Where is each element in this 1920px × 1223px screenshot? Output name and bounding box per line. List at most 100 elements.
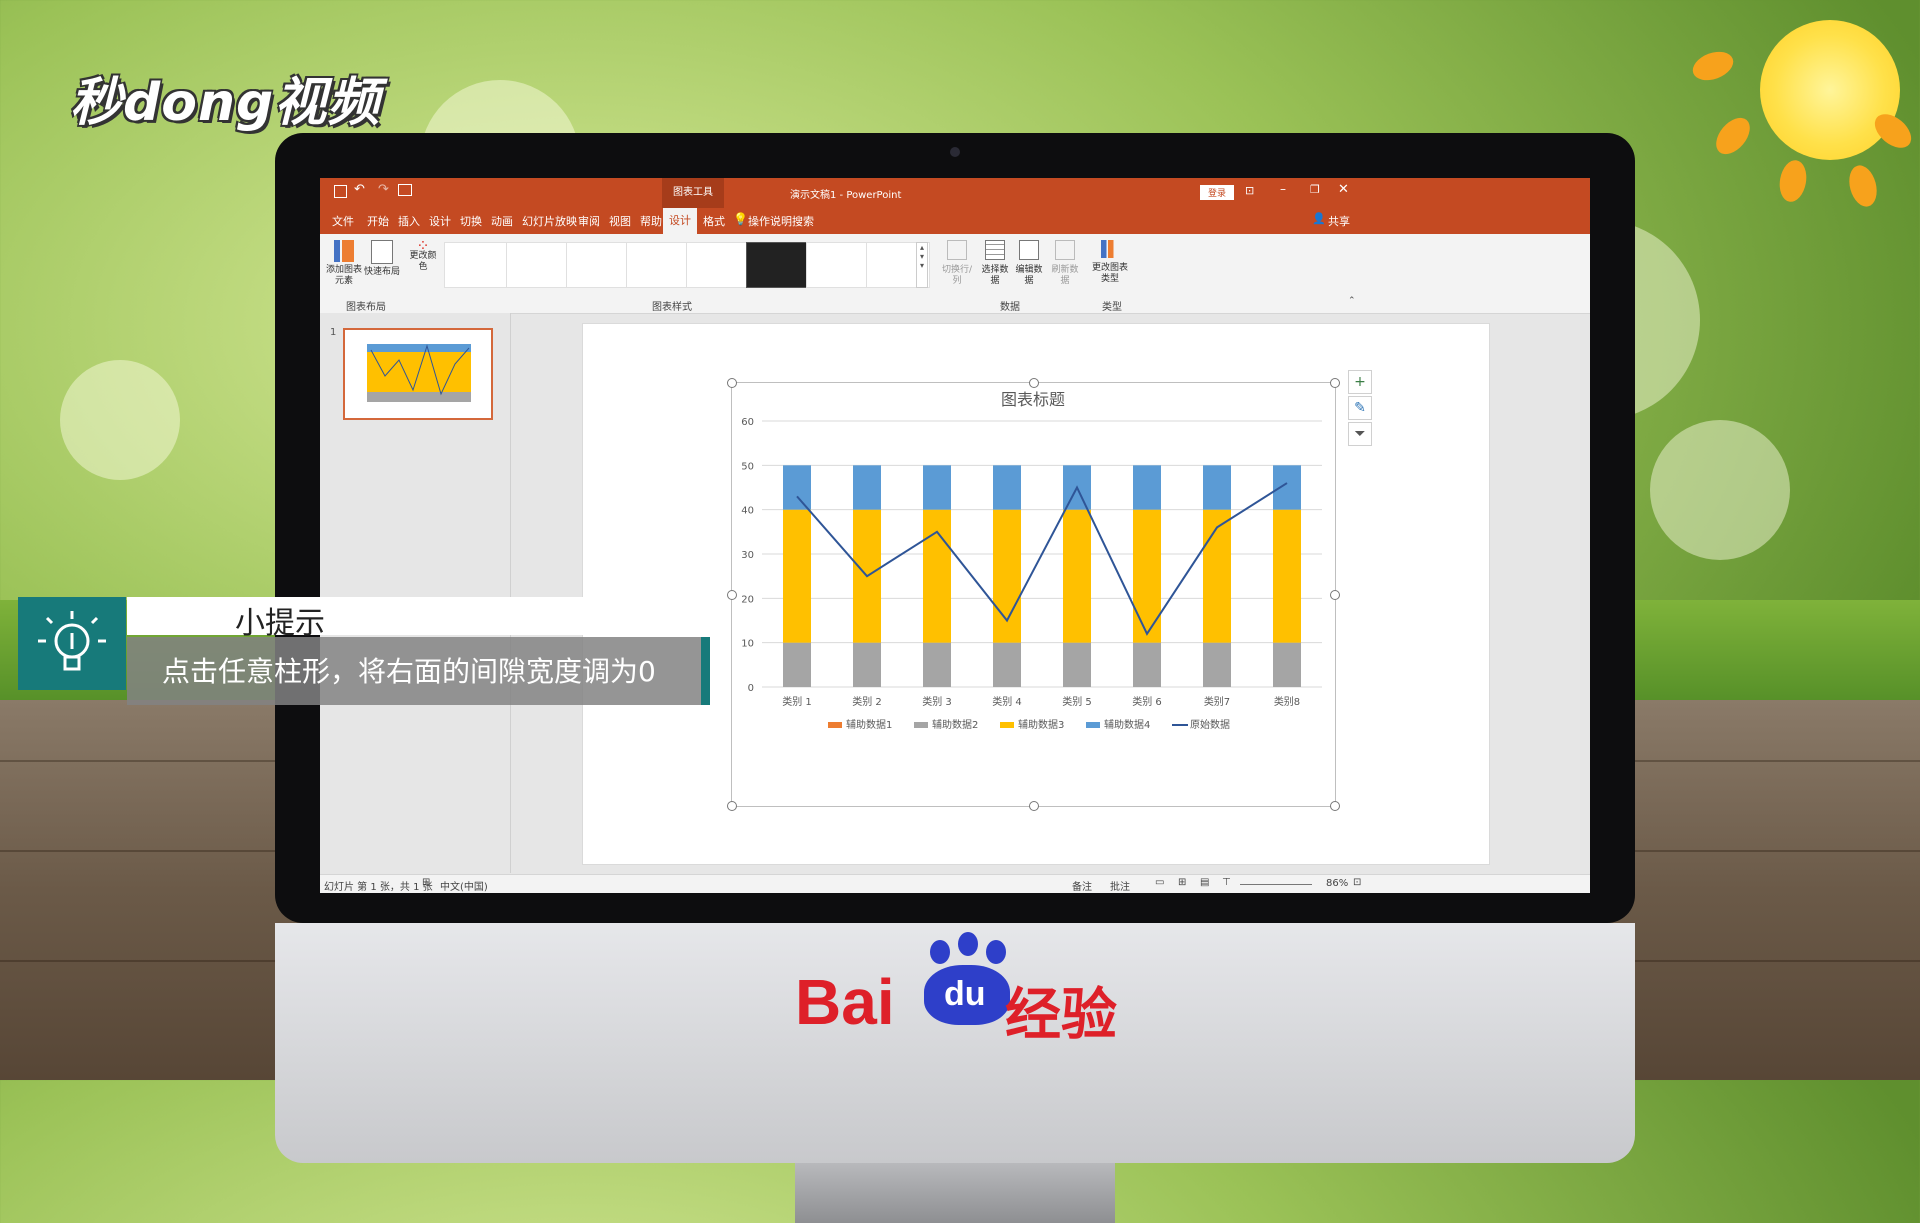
slide-thumbnail-pane: 1 xyxy=(320,313,511,873)
x-tick-label: 类别 2 xyxy=(852,695,882,708)
bar-segment xyxy=(783,509,811,643)
tab-review[interactable]: 审阅 xyxy=(578,213,600,229)
comments-button[interactable]: 批注 xyxy=(1110,878,1130,893)
tab-help[interactable]: 帮助 xyxy=(640,213,662,229)
slide-info: 幻灯片 第 1 张，共 1 张 xyxy=(324,882,433,893)
chart-style-2[interactable] xyxy=(506,242,570,288)
switch-row-column-button[interactable]: 切换行/列 xyxy=(938,240,976,287)
restore-icon[interactable]: ❐ xyxy=(1310,183,1320,196)
thumbnail-chart xyxy=(367,344,471,402)
y-tick-label: 10 xyxy=(741,639,754,650)
select-data-button[interactable]: 选择数据 xyxy=(978,240,1012,287)
chart-area[interactable]: 图表标题 0 10 20 30 40 50 60 类别 1 类别 2 类别 3 类别 4 类别 5 类别 … xyxy=(727,378,1340,811)
tab-chart-design[interactable]: 设计 xyxy=(663,208,697,234)
sorter-view-icon[interactable]: ⊞ xyxy=(1178,877,1186,888)
refresh-data-button[interactable]: 刷新数据 xyxy=(1048,240,1082,287)
y-tick-label: 0 xyxy=(748,683,754,694)
tab-transitions[interactable]: 切换 xyxy=(460,213,482,229)
redo-icon[interactable]: ↷ xyxy=(378,182,389,197)
save-icon[interactable] xyxy=(334,185,347,198)
present-icon[interactable] xyxy=(398,184,412,196)
tab-animations[interactable]: 动画 xyxy=(491,213,513,229)
group-chart-layout: 图表布局 xyxy=(346,302,386,313)
tab-slideshow[interactable]: 幻灯片放映 xyxy=(522,213,577,229)
bar-segment xyxy=(923,509,951,643)
add-chart-element-button[interactable]: 添加图表元素 xyxy=(326,240,362,287)
fit-slide-icon[interactable]: ⊡ xyxy=(1353,877,1361,888)
resize-handle-ml[interactable] xyxy=(727,590,737,600)
stacked-column-chart[interactable]: 图表标题 0 10 20 30 40 50 60 类别 1 类别 2 类别 3 类别 4 类别 5 类别 … xyxy=(732,383,1335,806)
chart-style-7[interactable] xyxy=(806,242,870,288)
chart-filters-button[interactable]: ⏷ xyxy=(1348,422,1372,446)
jingyan-text: 经验 xyxy=(1005,983,1117,1048)
collapse-ribbon-icon[interactable]: ⌃ xyxy=(1348,296,1356,306)
ribbon-display-icon[interactable]: ⊡ xyxy=(1245,184,1254,197)
slide-thumbnail[interactable] xyxy=(343,328,493,420)
chart-elements-button[interactable]: + xyxy=(1348,370,1372,394)
zoom-slider[interactable] xyxy=(1240,884,1312,885)
resize-handle-tl[interactable] xyxy=(727,378,737,388)
tell-me-search[interactable]: 操作说明搜索 xyxy=(748,213,814,229)
chart-style-4[interactable] xyxy=(626,242,690,288)
login-button[interactable]: 登录 xyxy=(1200,185,1235,200)
reading-view-icon[interactable]: ▤ xyxy=(1200,877,1209,888)
gallery-more-icon[interactable]: ▴ ▾ ▾ xyxy=(916,242,928,288)
tab-home[interactable]: 开始 xyxy=(367,213,389,229)
resize-handle-bm[interactable] xyxy=(1029,801,1039,811)
resize-handle-tr[interactable] xyxy=(1330,378,1340,388)
bar-segment xyxy=(783,642,811,687)
resize-handle-tm[interactable] xyxy=(1029,378,1039,388)
notes-button[interactable]: 备注 xyxy=(1072,878,1092,893)
resize-handle-br[interactable] xyxy=(1330,801,1340,811)
change-colors-button[interactable]: ⁘ 更改颜色 xyxy=(408,236,438,273)
group-type: 类型 xyxy=(1102,302,1122,313)
tab-view[interactable]: 视图 xyxy=(609,213,631,229)
slideshow-view-icon[interactable]: ⊤ xyxy=(1222,877,1231,888)
undo-icon[interactable]: ↶ xyxy=(354,182,365,197)
group-chart-styles: 图表样式 xyxy=(652,302,692,313)
resize-handle-mr[interactable] xyxy=(1330,590,1340,600)
lightbulb-tip-icon xyxy=(18,597,126,690)
bar-segment xyxy=(1273,509,1301,643)
bar-segment xyxy=(783,465,811,510)
brush-icon: ✎ xyxy=(1354,400,1366,416)
chart-style-3[interactable] xyxy=(566,242,630,288)
chart-style-5[interactable] xyxy=(686,242,750,288)
language[interactable]: 中文(中国) xyxy=(440,878,488,893)
x-tick-label: 类别7 xyxy=(1204,695,1230,708)
edit-data-icon xyxy=(1019,240,1039,260)
share-button[interactable]: 共享 xyxy=(1328,213,1350,229)
bar-segment xyxy=(923,642,951,687)
x-tick-label: 类别 1 xyxy=(782,695,812,708)
palette-icon: ⁘ xyxy=(416,236,430,255)
zoom-level[interactable]: 86% xyxy=(1326,878,1348,889)
spellcheck-icon[interactable]: ⊞ xyxy=(422,877,430,888)
minimize-icon[interactable]: – xyxy=(1280,182,1286,196)
bar-segment xyxy=(1063,642,1091,687)
change-chart-type-icon xyxy=(1101,240,1119,258)
bar-segment xyxy=(1133,465,1161,510)
chart-style-1[interactable] xyxy=(444,242,508,288)
switch-row-column-icon xyxy=(947,240,967,260)
x-tick-label: 类别8 xyxy=(1274,695,1300,708)
bar-segment xyxy=(1273,642,1301,687)
baidu-paw-text: du xyxy=(944,975,986,1013)
title-bar: ↶ ↷ 图表工具 演示文稿1 - PowerPoint 登录 ⊡ – ❐ ✕ xyxy=(320,178,1590,208)
change-chart-type-button[interactable]: 更改图表类型 xyxy=(1092,240,1128,285)
tab-file[interactable]: 文件 xyxy=(332,213,354,229)
chart-style-6[interactable] xyxy=(746,242,810,288)
baidu-text: Bai xyxy=(795,966,895,1038)
quick-layout-button[interactable]: 快速布局 xyxy=(364,240,400,278)
chart-title: 图表标题 xyxy=(1001,390,1065,409)
resize-handle-bl[interactable] xyxy=(727,801,737,811)
tab-insert[interactable]: 插入 xyxy=(398,213,420,229)
tab-design[interactable]: 设计 xyxy=(429,213,451,229)
edit-data-button[interactable]: 编辑数据 xyxy=(1014,240,1044,287)
normal-view-icon[interactable]: ▭ xyxy=(1155,877,1164,888)
close-icon[interactable]: ✕ xyxy=(1338,182,1349,197)
tip-title: 小提示 xyxy=(235,606,325,641)
chart-styles-button[interactable]: ✎ xyxy=(1348,396,1372,420)
select-data-icon xyxy=(985,240,1005,260)
filter-icon: ⏷ xyxy=(1354,426,1366,442)
tab-format[interactable]: 格式 xyxy=(703,213,725,229)
